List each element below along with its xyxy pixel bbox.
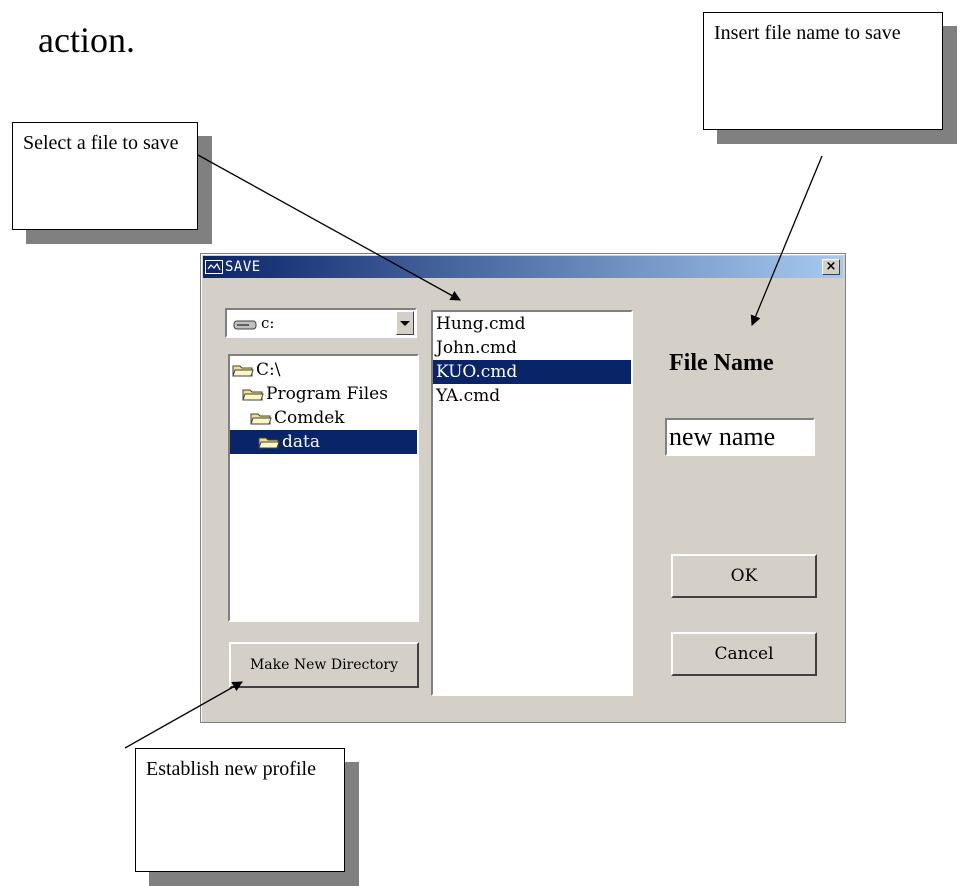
callout-select-file: Select a file to save bbox=[12, 122, 198, 230]
callout-establish-profile: Establish new profile bbox=[135, 748, 345, 872]
chevron-down-icon[interactable] bbox=[396, 311, 414, 335]
file-item-john[interactable]: John.cmd bbox=[433, 336, 631, 360]
callout-insert-file-name: Insert file name to save bbox=[703, 12, 943, 130]
page-text: action. bbox=[38, 20, 135, 60]
tree-item-label: data bbox=[282, 432, 320, 452]
folder-tree[interactable]: C:\ Program Files Comdek data bbox=[228, 354, 419, 622]
drive-icon bbox=[233, 317, 257, 330]
file-item-kuo[interactable]: KUO.cmd bbox=[433, 360, 631, 384]
open-folder-icon bbox=[232, 365, 254, 377]
save-dialog: SAVE × c: C:\ Program Files Comdek data bbox=[200, 253, 846, 723]
tree-item-root[interactable]: C:\ bbox=[232, 358, 280, 382]
open-folder-icon bbox=[258, 437, 280, 449]
tree-item-comdek[interactable]: Comdek bbox=[250, 406, 345, 430]
drive-select[interactable]: c: bbox=[225, 308, 417, 338]
file-item-ya[interactable]: YA.cmd bbox=[433, 384, 631, 408]
file-name-input[interactable] bbox=[667, 420, 813, 454]
close-button[interactable]: × bbox=[822, 259, 840, 275]
tree-item-label: C:\ bbox=[256, 360, 281, 380]
dialog-title: SAVE bbox=[225, 259, 261, 275]
open-folder-icon bbox=[250, 413, 272, 425]
file-item-hung[interactable]: Hung.cmd bbox=[433, 312, 631, 336]
ok-button[interactable]: OK bbox=[671, 554, 817, 598]
tree-item-data[interactable]: data bbox=[230, 430, 417, 454]
tree-item-program-files[interactable]: Program Files bbox=[242, 382, 388, 406]
open-folder-icon bbox=[242, 389, 264, 401]
file-list[interactable]: Hung.cmd John.cmd KUO.cmd YA.cmd bbox=[431, 310, 633, 696]
drive-value: c: bbox=[261, 314, 275, 332]
file-name-label: File Name bbox=[669, 350, 774, 376]
tree-item-label: Comdek bbox=[274, 408, 345, 428]
tree-item-label: Program Files bbox=[266, 384, 388, 404]
title-bar[interactable]: SAVE × bbox=[203, 256, 843, 278]
cancel-button[interactable]: Cancel bbox=[671, 632, 817, 676]
make-new-directory-button[interactable]: Make New Directory bbox=[229, 642, 419, 688]
app-wave-icon bbox=[205, 260, 223, 274]
file-name-field[interactable] bbox=[665, 418, 815, 456]
